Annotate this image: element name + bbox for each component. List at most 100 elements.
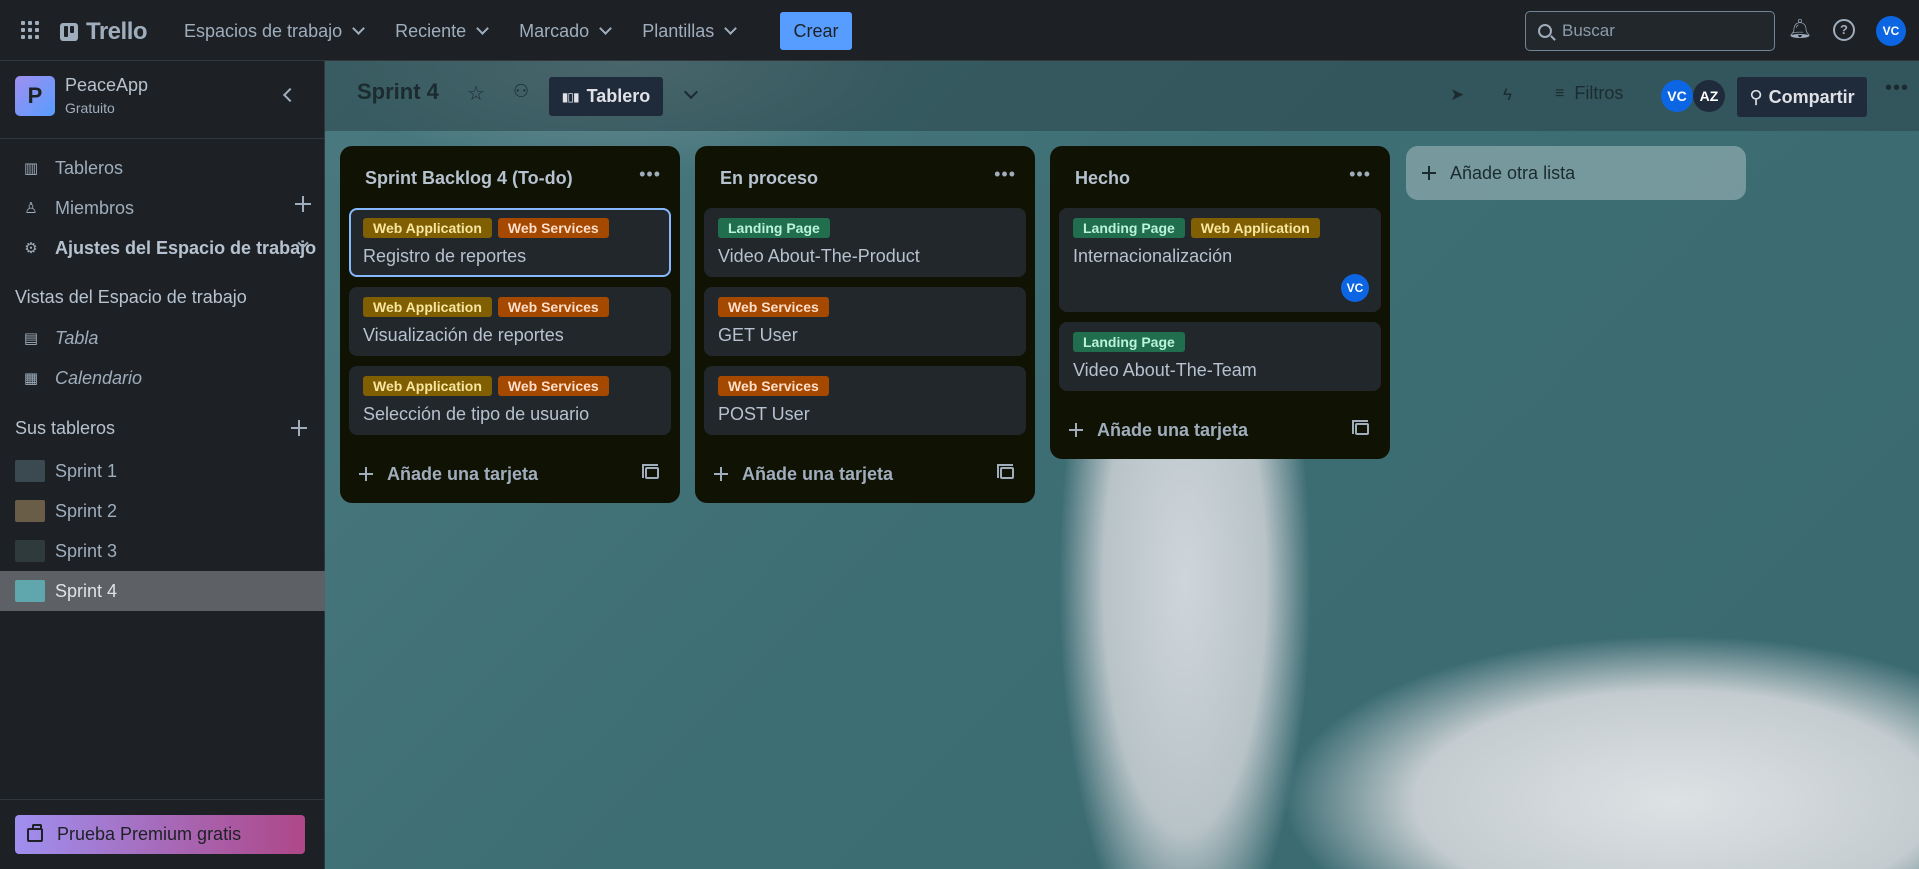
trello-logo-text: Trello xyxy=(86,18,148,45)
app-switcher-icon[interactable] xyxy=(21,21,39,39)
card-label[interactable]: Web Services xyxy=(497,376,609,396)
calendar-icon: ▦ xyxy=(23,370,39,387)
board-view-button[interactable]: ▮▯▮ Tablero xyxy=(549,77,663,116)
add-card-label: Añade una tarjeta xyxy=(1097,419,1249,440)
power-ups-icon[interactable]: ➤ xyxy=(1450,85,1464,105)
add-member-icon[interactable] xyxy=(295,196,311,212)
board-header: Sprint 4 ☆ ⚇ ▮▯▮ Tablero ➤ ϟ ≡ Filtros V… xyxy=(325,61,1919,131)
nav-starred[interactable]: Marcado xyxy=(503,14,626,48)
board-title[interactable]: Sprint 4 xyxy=(357,79,439,105)
star-icon[interactable]: ☆ xyxy=(467,81,485,106)
try-premium-button[interactable]: Prueba Premium gratis xyxy=(15,815,305,854)
nav-templates-label: Plantillas xyxy=(642,20,715,41)
sidebar-board-sprint-1[interactable]: Sprint 1 xyxy=(0,451,325,491)
card-label[interactable]: Web Application xyxy=(363,376,492,396)
nav-recent[interactable]: Reciente xyxy=(379,14,503,48)
card-label[interactable]: Landing Page xyxy=(718,218,830,238)
workspace-name: PeaceApp xyxy=(65,75,149,95)
card-template-icon[interactable] xyxy=(1352,420,1369,435)
list-in-progress: En proceso ••• Landing Page Video About-… xyxy=(695,146,1035,503)
sidebar-item-table[interactable]: ▤ Tabla xyxy=(0,319,325,357)
your-boards-title: Sus tableros xyxy=(15,418,307,439)
board-view-icon: ▮▯▮ xyxy=(561,89,580,104)
plus-icon xyxy=(714,467,728,481)
sidebar-item-workspace-settings[interactable]: ⚙ Ajustes del Espacio de trabajo xyxy=(0,229,325,267)
list-menu-icon[interactable]: ••• xyxy=(639,164,661,185)
nav-starred-label: Marcado xyxy=(519,20,590,41)
card-member-avatar[interactable]: VC xyxy=(1341,274,1369,302)
share-label: Compartir xyxy=(1768,86,1855,107)
automation-icon[interactable]: ϟ xyxy=(1503,85,1512,105)
workspace-views-title: Vistas del Espacio de trabajo xyxy=(15,287,247,307)
notifications-icon[interactable]: 🔔︎ xyxy=(1788,19,1812,41)
card-template-icon[interactable] xyxy=(997,464,1014,479)
trello-logo[interactable]: Trello xyxy=(60,18,148,46)
card-template-icon[interactable] xyxy=(642,464,659,479)
sidebar-item-label: Tabla xyxy=(55,327,99,348)
create-button[interactable]: Crear xyxy=(780,12,852,50)
add-card-button[interactable]: Añade una tarjeta xyxy=(1059,401,1381,459)
sidebar-board-sprint-2[interactable]: Sprint 2 xyxy=(0,491,325,531)
chevron-down-icon[interactable] xyxy=(683,84,699,100)
card-label[interactable]: Web Application xyxy=(363,218,492,238)
nav-templates[interactable]: Plantillas xyxy=(626,14,751,48)
filters-button[interactable]: ≡ Filtros xyxy=(1555,83,1623,104)
card-label[interactable]: Web Services xyxy=(497,218,609,238)
sidebar-divider xyxy=(0,138,325,139)
workspace-sidebar: P PeaceApp Gratuito ▥ Tableros ♙ Miembro… xyxy=(0,61,325,869)
help-icon[interactable]: ? xyxy=(1833,19,1855,41)
card-label[interactable]: Web Services xyxy=(718,297,829,317)
member-avatar[interactable]: AZ xyxy=(1693,80,1725,112)
trello-logo-icon xyxy=(60,23,78,41)
add-card-label: Añade una tarjeta xyxy=(387,463,539,484)
member-avatar[interactable]: VC xyxy=(1661,80,1693,112)
workspace-plan: Gratuito xyxy=(65,100,115,116)
card-title: Registro de reportes xyxy=(363,246,527,266)
card-label[interactable]: Web Application xyxy=(363,297,492,317)
card[interactable]: Web Services POST User xyxy=(704,366,1026,435)
list-title[interactable]: Sprint Backlog 4 (To-do) xyxy=(365,168,573,189)
card[interactable]: Landing Page Video About-The-Product xyxy=(704,208,1026,277)
sidebar-board-sprint-4[interactable]: Sprint 4 xyxy=(0,571,325,611)
share-button[interactable]: ⚲ Compartir xyxy=(1737,77,1867,117)
add-card-button[interactable]: Añade una tarjeta xyxy=(704,445,1026,503)
card[interactable]: Web Services GET User xyxy=(704,287,1026,356)
sidebar-item-boards[interactable]: ▥ Tableros xyxy=(0,149,325,187)
collapse-sidebar-button[interactable] xyxy=(278,85,298,105)
list-menu-icon[interactable]: ••• xyxy=(1349,164,1371,185)
more-options-icon[interactable]: ••• xyxy=(1885,77,1909,100)
card-title: Video About-The-Team xyxy=(1073,360,1257,380)
card[interactable]: Web Application Web Services Visualizaci… xyxy=(349,287,671,356)
sidebar-item-members[interactable]: ♙ Miembros xyxy=(0,189,325,227)
workspace-visibility-icon[interactable]: ⚇ xyxy=(513,81,529,102)
list-sprint-backlog: Sprint Backlog 4 (To-do) ••• Web Applica… xyxy=(340,146,680,503)
card-label[interactable]: Landing Page xyxy=(1073,332,1185,352)
card[interactable]: Landing Page Web Application Internacion… xyxy=(1059,208,1381,312)
card[interactable]: Web Application Web Services Registro de… xyxy=(349,208,671,277)
add-list-button[interactable]: Añade otra lista xyxy=(1406,146,1746,200)
card-label[interactable]: Web Services xyxy=(497,297,609,317)
card-title: Visualización de reportes xyxy=(363,325,564,345)
card-label[interactable]: Web Application xyxy=(1190,218,1320,238)
list-title[interactable]: En proceso xyxy=(720,168,818,189)
nav-workspaces[interactable]: Espacios de trabajo xyxy=(168,14,379,48)
premium-label: Prueba Premium gratis xyxy=(57,824,242,844)
gear-icon: ⚙ xyxy=(24,240,38,257)
add-list-label: Añade otra lista xyxy=(1450,162,1576,183)
card-label[interactable]: Web Services xyxy=(718,376,829,396)
card-label[interactable]: Landing Page xyxy=(1073,218,1185,238)
filter-icon: ≡ xyxy=(1555,84,1565,102)
list-title[interactable]: Hecho xyxy=(1075,168,1130,189)
filters-label: Filtros xyxy=(1574,83,1624,103)
add-board-icon[interactable] xyxy=(291,420,307,436)
card-title: POST User xyxy=(718,404,810,424)
card[interactable]: Web Application Web Services Selección d… xyxy=(349,366,671,435)
user-avatar[interactable]: VC xyxy=(1876,16,1906,46)
sidebar-board-sprint-3[interactable]: Sprint 3 xyxy=(0,531,325,571)
sidebar-item-calendar[interactable]: ▦ Calendario xyxy=(0,359,325,397)
add-card-button[interactable]: Añade una tarjeta xyxy=(349,445,671,503)
card[interactable]: Landing Page Video About-The-Team xyxy=(1059,322,1381,391)
table-icon: ▤ xyxy=(23,330,39,347)
search-input[interactable]: Buscar xyxy=(1525,11,1775,51)
list-menu-icon[interactable]: ••• xyxy=(994,164,1016,185)
